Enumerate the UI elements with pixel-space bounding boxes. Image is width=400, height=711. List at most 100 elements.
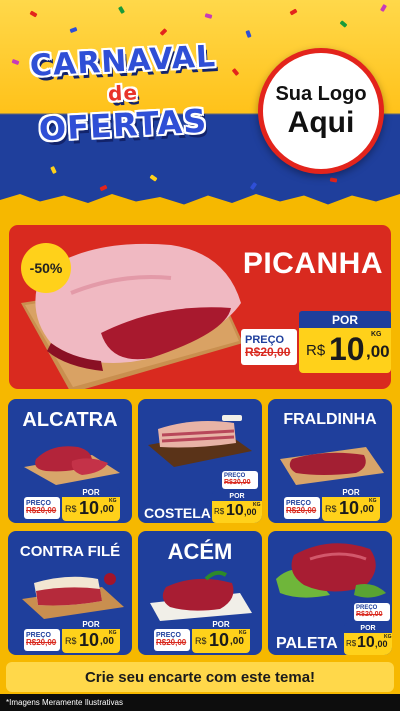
price-integer: 10 — [79, 498, 100, 518]
product-card-acem[interactable]: ACÉM PREÇO R$20,00 POR R$ 10 ,00 KG — [136, 529, 264, 657]
old-price-box: PREÇO R$20,00 — [241, 329, 297, 365]
currency: R$ — [65, 636, 77, 646]
unit: KG — [369, 498, 377, 504]
confetti — [118, 5, 125, 15]
old-price-box: PREÇO R$20,00 — [354, 603, 390, 621]
price-tag: PREÇO R$20,00 POR R$ 10 ,00 KG — [154, 619, 254, 655]
price-cents: ,00 — [244, 507, 257, 517]
price-tag: PREÇO R$20,00 POR R$ 10 ,00 KG — [24, 487, 124, 523]
new-price: R$ 10 ,00 KG — [322, 497, 380, 521]
confetti — [99, 184, 108, 192]
campaign-title: CARNAVAL de OFERTAS — [18, 39, 228, 148]
create-flyer-button[interactable]: Crie seu encarte com este tema! — [6, 662, 394, 692]
confetti — [69, 26, 78, 34]
acem-image — [150, 570, 252, 621]
footer-bar: Crie seu encarte com este tema! — [0, 660, 400, 694]
product-name: FRALDINHA — [283, 411, 377, 428]
new-price: R$ 10 ,00 KG — [212, 501, 262, 523]
product-card-alcatra[interactable]: ALCATRA PREÇO R$20,00 POR R$ 10 ,00 KG — [6, 397, 134, 525]
new-price: R$ 10 ,00 KG — [192, 629, 250, 653]
currency: R$ — [195, 636, 207, 646]
paleta-image — [276, 543, 386, 598]
old-price-box: PREÇO R$20,00 — [284, 497, 320, 519]
old-price-box: PREÇO R$20,00 — [24, 629, 60, 651]
logo-text-1: Sua Logo — [275, 83, 367, 105]
price-tag: PREÇO R$20,00 POR R$ 10 ,00 KG — [284, 487, 384, 523]
price-cents: ,00 — [100, 504, 114, 515]
new-price: R$ 10 ,00 KG — [62, 629, 120, 653]
price-integer: 10 — [79, 630, 100, 650]
price-cents: ,00 — [230, 636, 244, 647]
header-banner: CARNAVAL de OFERTAS Sua Logo Aqui — [0, 0, 400, 205]
price-tag: PREÇO R$20,00 POR R$ 10 ,00 KG — [344, 603, 392, 655]
product-name: ACÉM — [167, 539, 233, 564]
por-label: POR — [62, 619, 120, 629]
por-label: POR — [212, 491, 262, 501]
old-price-box: PREÇO R$20,00 — [222, 471, 258, 489]
product-card-costela[interactable]: COSTELA PREÇO R$20,00 POR R$ 10 ,00 KG — [136, 397, 264, 525]
unit: KG — [109, 630, 117, 636]
price-integer: 10 — [339, 498, 360, 518]
por-label: POR — [62, 487, 120, 497]
disclaimer-text: *Imagens Meramente Ilustrativas — [0, 694, 400, 711]
unit: KG — [384, 634, 392, 640]
currency: R$ — [325, 504, 337, 514]
confetti — [204, 13, 213, 19]
torn-paper-edge — [0, 194, 400, 205]
price-integer: 10 — [209, 630, 230, 650]
currency: R$ — [214, 507, 225, 516]
por-label: POR — [344, 623, 392, 633]
por-label: POR — [322, 487, 380, 497]
featured-product-name: PICANHA — [242, 247, 383, 280]
price-cents: ,00 — [366, 342, 390, 361]
confetti — [50, 165, 57, 175]
old-price-box: PREÇO R$20,00 — [24, 497, 60, 519]
unit: KG — [109, 498, 117, 504]
currency: R$ — [346, 639, 357, 648]
price-tag: PREÇO R$20,00 POR R$ 10 ,00 KG — [212, 471, 262, 523]
featured-product-card[interactable]: -50% PICANHA PREÇO R$20,00 POR R$ 10 ,00… — [6, 222, 394, 392]
confetti — [149, 174, 158, 182]
price-integer: 10 — [226, 502, 244, 519]
unit: KG — [253, 502, 261, 508]
unit: KG — [371, 331, 382, 338]
confetti — [245, 30, 252, 38]
confetti — [380, 3, 387, 13]
product-name: COSTELA — [144, 505, 211, 521]
price-tag: PREÇO R$20,00 POR R$ 10 ,00 KG — [24, 619, 124, 655]
product-name: CONTRA FILÉ — [19, 543, 121, 560]
old-price: R$20,00 — [26, 506, 57, 516]
price-integer: 10 — [357, 634, 375, 651]
new-price: R$ 10 ,00 KG — [62, 497, 120, 521]
old-price: R$20,00 — [245, 345, 291, 360]
product-card-paleta[interactable]: PALETA PREÇO R$20,00 POR R$ 10 ,00 KG — [266, 529, 394, 657]
por-label: POR — [192, 619, 250, 629]
unit: KG — [239, 630, 247, 636]
confetti — [289, 8, 298, 16]
price-cents: ,00 — [100, 636, 114, 647]
old-price: R$20,00 — [286, 506, 317, 516]
old-price: R$20,00 — [156, 638, 187, 648]
confetti — [339, 20, 348, 28]
new-price: R$ 10 ,00 KG — [344, 633, 392, 655]
confetti — [231, 68, 240, 76]
product-card-fraldinha[interactable]: FRALDINHA PREÇO R$20,00 POR R$ 10 ,00 KG — [266, 397, 394, 525]
product-card-contra-file[interactable]: CONTRA FILÉ PREÇO R$20,00 POR R$ 10 ,00 … — [6, 529, 134, 657]
alcatra-image — [24, 446, 120, 485]
contra-file-image — [22, 573, 124, 619]
product-name: ALCATRA — [22, 409, 118, 431]
price-cents: ,00 — [375, 639, 388, 649]
confetti — [159, 28, 168, 36]
old-price: R$20,00 — [26, 638, 57, 648]
currency: R$ — [65, 504, 77, 514]
confetti — [329, 177, 338, 183]
logo-placeholder[interactable]: Sua Logo Aqui — [258, 48, 384, 174]
currency: R$ — [306, 342, 326, 359]
old-price: R$20,00 — [224, 479, 251, 487]
confetti — [29, 10, 38, 18]
price-cents: ,00 — [360, 504, 374, 515]
por-label: POR — [299, 311, 391, 328]
fraldinha-image — [280, 447, 384, 485]
costela-image — [148, 415, 252, 467]
featured-price-tag: PREÇO R$20,00 POR R$ 10 ,00 KG — [241, 311, 391, 375]
